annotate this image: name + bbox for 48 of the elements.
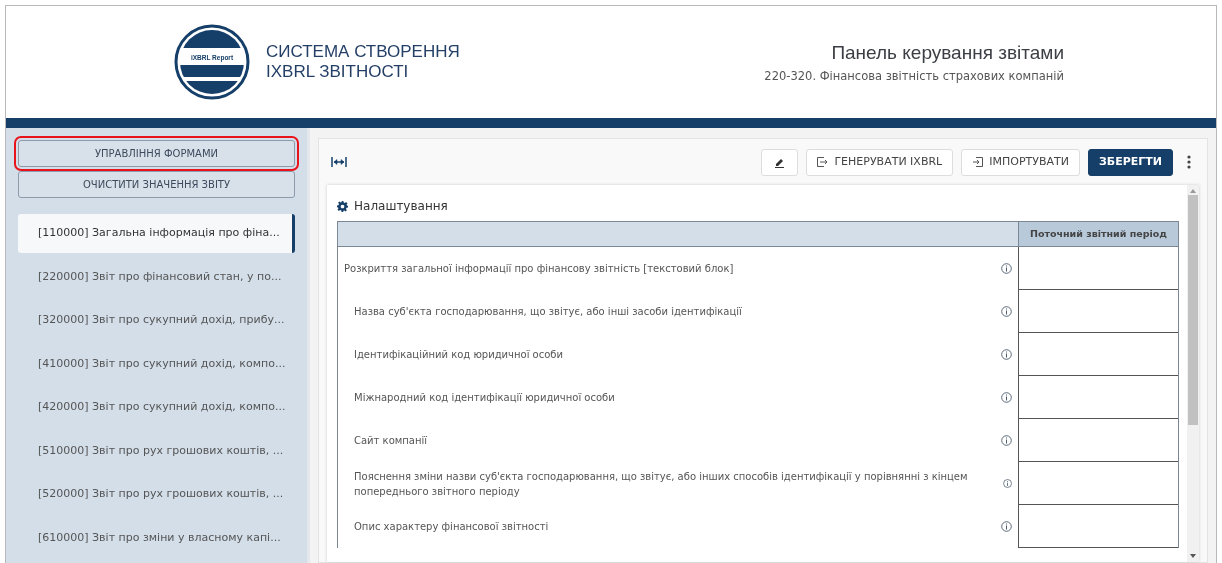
info-icon[interactable] (1001, 263, 1012, 274)
pencil-icon (774, 156, 786, 168)
row-label: Ідентифікаційний код юридичної особи (354, 348, 565, 362)
export-button[interactable]: ГЕНЕРУВАТИ IXBRL (806, 148, 954, 176)
export-icon (817, 157, 829, 167)
app-title: СИСТЕМА СТВОРЕННЯ (266, 42, 460, 62)
sidebar-item[interactable]: [520000] Звіт про рух грошових коштів, ... (18, 475, 295, 514)
row-label: Опис характеру фінансової звітності (354, 520, 550, 534)
column-header: Поточний звітний період (1018, 222, 1178, 246)
value-input[interactable] (1018, 247, 1178, 290)
import-button[interactable]: ІМПОРТУВАТИ (961, 148, 1080, 176)
info-icon[interactable] (1002, 478, 1012, 489)
scrollbar-thumb[interactable] (1188, 195, 1198, 425)
scroll-down-icon[interactable] (1190, 554, 1196, 558)
row-label: Розкриття загальної інформації про фінансову звітність [текстовий блок] (344, 262, 735, 276)
sidebar-item[interactable]: [110000] Загальна інформація про фіна... (18, 214, 295, 253)
value-input[interactable] (1018, 505, 1178, 548)
sidebar-item[interactable]: [320000] Звіт про сукупний дохід, прибу... (18, 301, 295, 340)
value-input[interactable] (1018, 290, 1178, 333)
sidebar-item[interactable]: [410000] Звіт про сукупний дохід, компо... (18, 344, 295, 383)
more-options-icon[interactable] (1187, 155, 1191, 169)
expand-width-icon[interactable] (331, 156, 347, 168)
info-icon[interactable] (1001, 306, 1012, 317)
info-icon[interactable] (1001, 392, 1012, 403)
info-icon[interactable] (1001, 521, 1012, 532)
sidebar-button[interactable]: ОЧИСТИТИ ЗНАЧЕННЯ ЗВІТУ (18, 171, 295, 198)
value-input[interactable] (1018, 376, 1178, 419)
info-icon[interactable] (1001, 435, 1012, 446)
save-button[interactable]: ЗБЕРЕГТИ (1088, 148, 1173, 176)
edit-button[interactable] (761, 148, 799, 176)
section-title: Налаштування (354, 198, 448, 215)
value-input[interactable] (1018, 419, 1178, 462)
value-input[interactable] (1018, 462, 1178, 505)
row-label: Пояснення зміни назви суб'єкта господарювання, що звітує, або інших способів ідентифікації у порівнянні з кінцем попереднього звітного періоду (354, 469, 969, 499)
panel-subtitle: 220-320. Фінансова звітність страхових компаній (763, 67, 1064, 85)
sidebar-item[interactable]: [420000] Звіт про сукупний дохід, компо... (18, 388, 295, 427)
value-input[interactable] (1018, 333, 1178, 376)
row-label: Сайт компанії (354, 434, 429, 448)
info-icon[interactable] (1001, 349, 1012, 360)
row-label: Назва суб'єкта господарювання, що звітує, або інші засоби ідентифікації (354, 305, 743, 319)
import-icon (972, 157, 984, 167)
gear-icon (337, 200, 348, 212)
sidebar-item[interactable]: [610000] Звіт про зміни у власному капі... (18, 518, 295, 557)
sidebar-item[interactable]: [510000] Звіт про рух грошових коштів, ... (18, 431, 295, 470)
sidebar-item[interactable]: [220000] Звіт про фінансовий стан, у по... (18, 257, 295, 296)
panel-title: Панель керування звітами (830, 41, 1064, 66)
row-label: Міжнародний код ідентифікації юридичної особи (354, 391, 616, 405)
app-title: IXBRL ЗВІТНОСТІ (266, 62, 410, 82)
